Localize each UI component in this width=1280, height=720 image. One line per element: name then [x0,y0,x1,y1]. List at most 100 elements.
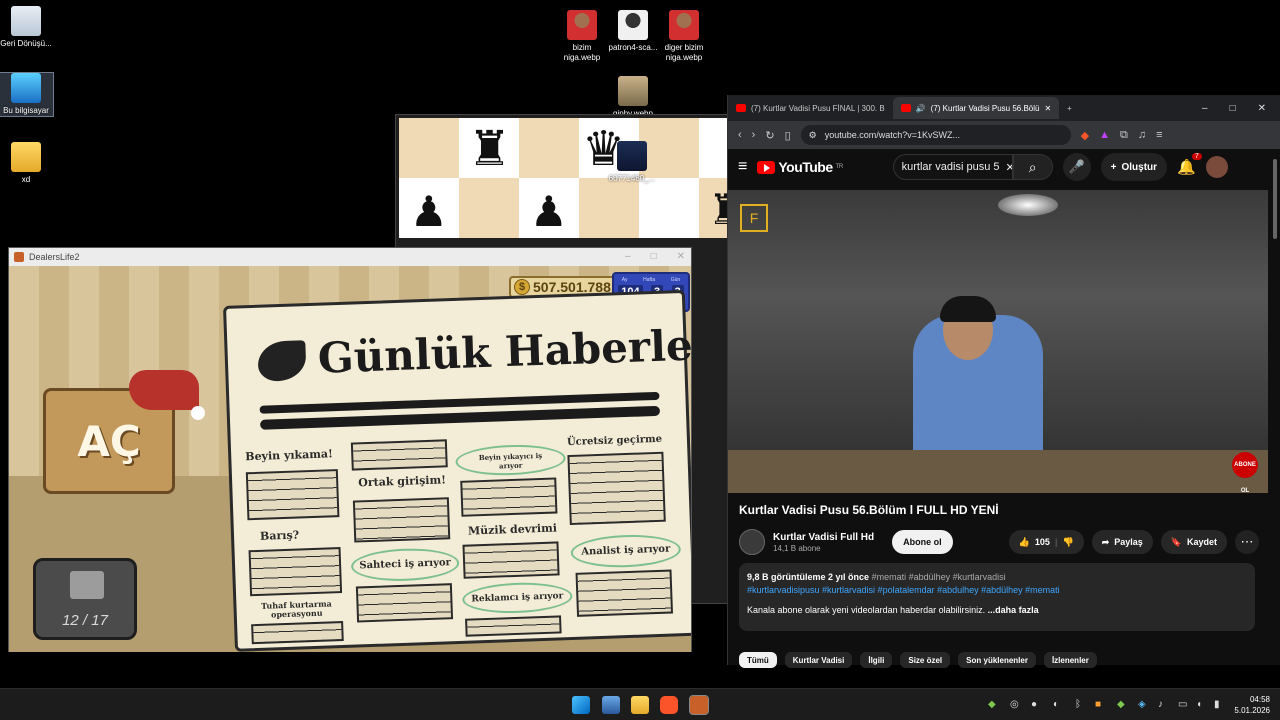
tray-app-icon[interactable]: ■ [1095,699,1101,710]
black-pawn-piece[interactable]: ♟ [410,187,448,236]
scrollbar-thumb[interactable] [1273,159,1277,239]
description-box[interactable]: 9,8 B görüntüleme 2 yıl önce #memati #ab… [739,563,1255,631]
hashtag-links[interactable]: #kurtlarvadisipusu #kurtlarvadisi #polat… [747,584,1247,597]
media-icon[interactable]: ♫ [1138,129,1146,141]
this-pc-icon[interactable]: Bu bilgisayar [0,72,54,117]
chip-for-you[interactable]: Size özel [900,652,951,668]
chip-kurtlar-vadisi[interactable]: Kurtlar Vadisi [784,652,853,668]
headline-circled[interactable]: Analist iş arıyor [570,533,682,570]
subscribe-badge[interactable]: ABONE OL [1232,452,1258,493]
headline[interactable]: Barış? [260,528,299,542]
share-button[interactable]: ➦ Paylaş [1091,530,1153,554]
network-icon[interactable]: ▭ [1178,699,1187,710]
site-info-icon[interactable]: ⚙ [809,130,817,141]
recycle-bin-icon[interactable]: Geri Dönüşü... [0,6,54,49]
chip-related[interactable]: İlgili [860,652,893,668]
widgets-icon[interactable] [602,696,620,714]
dealers-life-window[interactable]: DealersLife2 – □ ✕ $ 507.501.788 Ay Haft… [8,247,692,652]
headline[interactable]: Müzik devrimi [468,521,557,537]
tray-app-icon[interactable]: ◆ [1117,699,1125,710]
bluetooth-icon[interactable]: ᛒ [1075,699,1081,710]
forward-icon[interactable]: › [752,129,756,141]
brave-browser-icon[interactable] [660,696,678,714]
search-input[interactable]: kurtlar vadisi pusu 5 ✕ [892,154,1013,180]
start-windows-icon[interactable] [572,696,590,714]
chip-watched[interactable]: İzlenenler [1043,652,1097,668]
close-tab-icon[interactable]: ✕ [1044,104,1051,113]
maximize-icon[interactable]: □ [1230,103,1236,114]
brave-shield-icon[interactable]: ◆ [1081,129,1089,142]
create-button[interactable]: + Oluştur [1100,153,1168,181]
youtube-logo[interactable]: YouTube TR [757,159,843,175]
board-square[interactable] [699,118,727,178]
close-icon[interactable]: ✕ [1258,103,1266,114]
url-field[interactable]: ⚙ youtube.com/watch?v=1KvSWZ... [800,125,1071,145]
tray-app-icon[interactable]: ◐ [1053,699,1059,710]
menu-icon[interactable]: ≡ [1156,129,1162,141]
address-bar-row[interactable]: ‹ › ↻ ▯ ⚙ youtube.com/watch?v=1KvSWZ... … [728,121,1280,149]
close-icon[interactable]: ✕ [677,251,685,262]
maximize-icon[interactable]: □ [651,251,657,262]
subscribe-button[interactable]: Abone ol [892,530,953,554]
battery-icon[interactable]: ▮ [1214,699,1220,710]
tray-app-icon[interactable]: ◆ [988,699,996,710]
headline[interactable]: Ortak girişim! [358,473,446,489]
voice-search-button[interactable]: 🎤 [1062,153,1091,181]
board-square[interactable] [639,178,699,238]
show-more-link[interactable]: ...daha fazla [988,605,1039,615]
newspaper[interactable]: Günlük Haberler Beyin yıkama! Ortak giri… [223,289,691,652]
minimize-icon[interactable]: – [625,251,631,262]
window-controls[interactable]: – □ ✕ [625,251,685,262]
channel-name[interactable]: Kurtlar Vadisi Full Hd [773,532,874,544]
extensions-icon[interactable]: ⧉ [1120,129,1128,142]
tray-app-icon[interactable]: ◈ [1138,699,1146,710]
video-player[interactable]: F ABONE OL [728,190,1268,493]
more-actions-button[interactable]: ⋯ [1235,530,1259,554]
black-pawn-piece[interactable]: ♟ [530,187,568,236]
folder-xd-icon[interactable]: xd [0,142,54,185]
chip-all[interactable]: Tümü [739,652,777,668]
top-hashtags[interactable]: #memati #abdülhey #kurtlarvadisi [872,572,1006,582]
browser-window[interactable]: (7) Kurtlar Vadisi Pusu FİNAL | 300. B 🔊… [727,95,1280,668]
channel-watermark[interactable]: F [740,204,768,232]
reload-icon[interactable]: ↻ [765,129,774,142]
headline[interactable]: Ücretsiz geçirme [567,434,662,448]
headline[interactable]: Tuhaf kurtarma operasyonu [250,598,343,620]
save-button[interactable]: 🔖 Kaydet [1160,530,1227,554]
headline-circled[interactable]: Reklamcı iş arıyor [461,580,573,615]
search-button[interactable]: ⌕ [1012,154,1053,180]
like-button[interactable]: 👍 105 | 👎 [1008,530,1084,554]
file-giphy-icon[interactable]: giphy.webp [605,76,661,119]
volume-icon[interactable]: ◖ [1196,699,1202,710]
file-bizim-niga-icon[interactable]: bizim niga.webp [554,10,610,63]
file-60771480-icon[interactable]: 60771480_... [604,141,660,184]
window-titlebar[interactable]: DealersLife2 [9,248,691,266]
thumbs-down-icon[interactable]: 👎 [1062,537,1073,548]
back-icon[interactable]: ‹ [738,129,742,141]
microphone-icon[interactable]: ♪ [1158,699,1163,710]
file-patron4-icon[interactable]: patron4-sca... [605,10,661,53]
chip-recent[interactable]: Son yüklenenler [958,652,1036,668]
steam-icon[interactable]: ● [1031,699,1037,710]
headline-circled[interactable]: Sahteci iş arıyor [350,546,460,583]
channel-avatar[interactable] [739,529,765,555]
clear-search-icon[interactable]: ✕ [1005,161,1011,174]
avatar[interactable] [1205,156,1228,178]
board-square[interactable] [459,178,519,238]
tab-kurtlar-56[interactable]: 🔊 (7) Kurtlar Vadisi Pusu 56.Bölü ✕ [892,97,1060,119]
page-scrollbar[interactable] [1272,153,1278,663]
black-rook-piece[interactable]: ♜ [468,121,511,177]
headline-circled[interactable]: Beyin yıkayıcı iş arıyor [455,443,567,477]
tab-kurtlar-final[interactable]: (7) Kurtlar Vadisi Pusu FİNAL | 300. B [728,97,893,119]
new-tab-button[interactable]: + [1059,97,1080,119]
file-diger-bizim-icon[interactable]: diger bizim niga.webp [656,10,712,63]
board-square[interactable] [519,118,579,178]
board-square[interactable] [579,178,639,238]
rewards-icon[interactable]: ▲ [1099,129,1110,141]
tray-app-icon[interactable]: ◎ [1010,699,1019,710]
file-explorer-icon[interactable] [631,696,649,714]
headline[interactable]: Beyin yıkama! [245,447,333,463]
game-scene[interactable]: $ 507.501.788 Ay Hafta Gün 104 3 3 AÇ [9,266,691,652]
board-square[interactable] [399,118,459,178]
window-controls[interactable]: – □ ✕ [1202,103,1280,114]
